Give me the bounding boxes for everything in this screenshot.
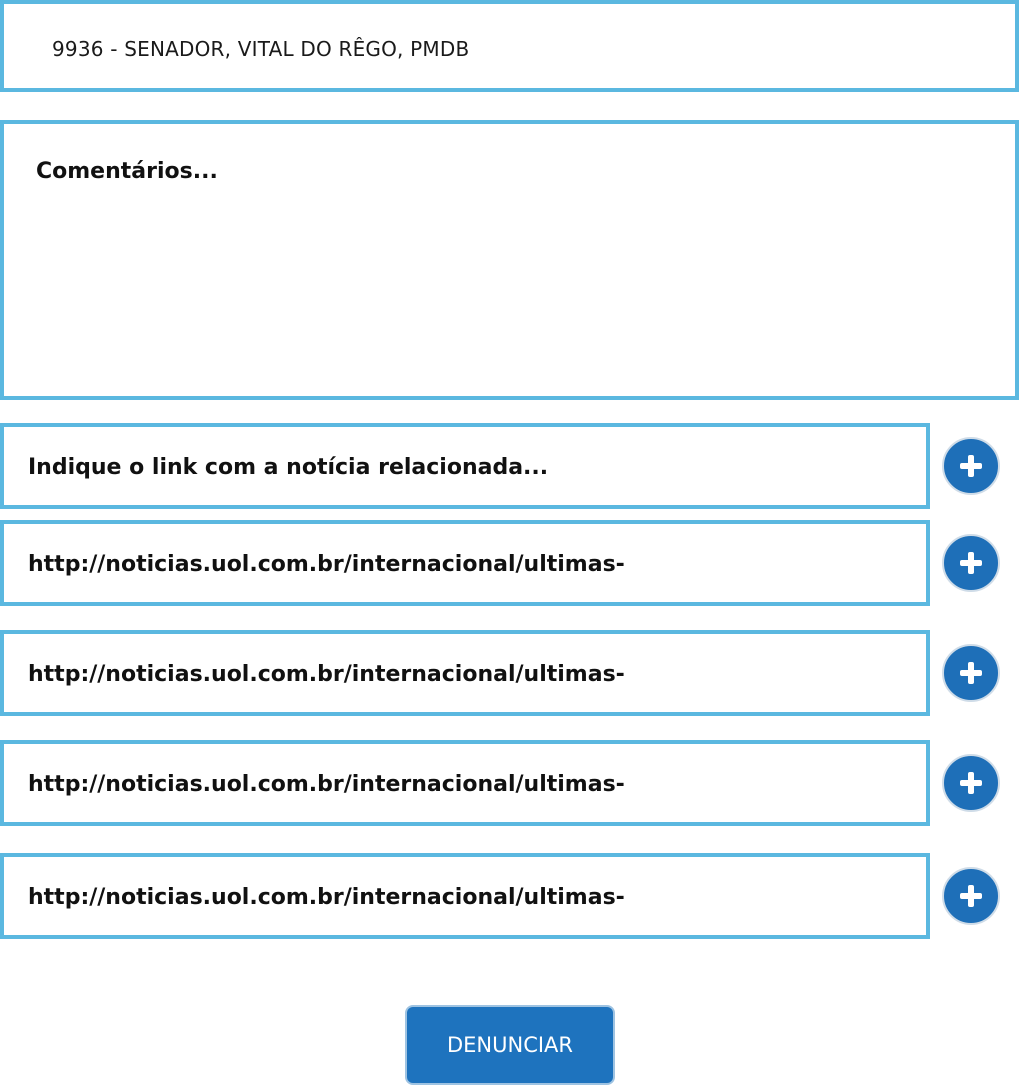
link-input[interactable]: Indique o link com a notícia relacionada… [0, 423, 930, 509]
link-row: http://noticias.uol.com.br/internacional… [0, 630, 1019, 716]
denunciar-button[interactable]: DENUNCIAR [405, 1005, 615, 1085]
link-input[interactable]: http://noticias.uol.com.br/internacional… [0, 740, 930, 826]
plus-icon-vertical [968, 455, 974, 477]
link-input-text: http://noticias.uol.com.br/internacional… [28, 772, 625, 797]
add-link-button[interactable] [942, 644, 1000, 702]
link-row: http://noticias.uol.com.br/internacional… [0, 740, 1019, 826]
comments-placeholder: Comentários... [36, 159, 218, 184]
link-input[interactable]: http://noticias.uol.com.br/internacional… [0, 853, 930, 939]
plus-icon-vertical [968, 552, 974, 574]
add-link-button[interactable] [942, 534, 1000, 592]
comments-textarea[interactable]: Comentários... [0, 120, 1019, 400]
link-input[interactable]: http://noticias.uol.com.br/internacional… [0, 520, 930, 606]
candidate-field[interactable]: 9936 - SENADOR, VITAL DO RÊGO, PMDB [0, 0, 1019, 92]
link-input-text: Indique o link com a notícia relacionada… [28, 455, 549, 480]
link-row: http://noticias.uol.com.br/internacional… [0, 520, 1019, 606]
link-input-text: http://noticias.uol.com.br/internacional… [28, 662, 625, 687]
plus-icon-vertical [968, 885, 974, 907]
add-link-button[interactable] [942, 867, 1000, 925]
link-input[interactable]: http://noticias.uol.com.br/internacional… [0, 630, 930, 716]
link-row: Indique o link com a notícia relacionada… [0, 423, 1019, 509]
add-link-button[interactable] [942, 754, 1000, 812]
add-link-button[interactable] [942, 437, 1000, 495]
denunciar-button-label: DENUNCIAR [446, 1033, 574, 1057]
plus-icon-vertical [968, 772, 974, 794]
link-input-text: http://noticias.uol.com.br/internacional… [28, 885, 625, 910]
plus-icon-vertical [968, 662, 974, 684]
candidate-value: 9936 - SENADOR, VITAL DO RÊGO, PMDB [52, 37, 470, 61]
link-row: http://noticias.uol.com.br/internacional… [0, 853, 1019, 939]
link-input-text: http://noticias.uol.com.br/internacional… [28, 552, 625, 577]
